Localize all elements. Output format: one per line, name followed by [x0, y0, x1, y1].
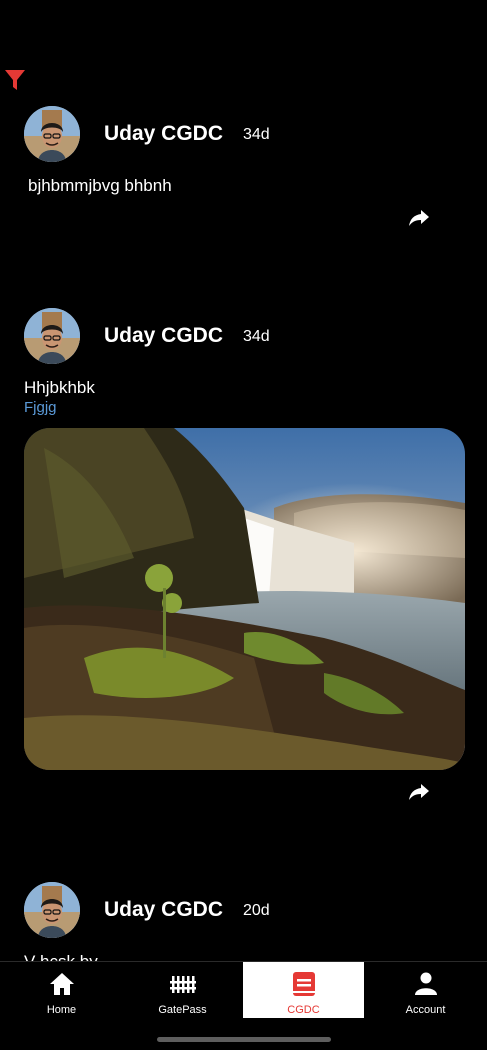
account-icon: [415, 972, 437, 995]
tab-account[interactable]: Account: [365, 962, 486, 1018]
post-age: 20d: [243, 902, 270, 919]
tab-label: GatePass: [158, 1004, 207, 1016]
avatar[interactable]: [24, 882, 80, 938]
post-author[interactable]: Uday CGDC: [104, 122, 223, 146]
avatar[interactable]: [24, 106, 80, 162]
tab-home[interactable]: Home: [1, 962, 122, 1018]
gate-icon: [170, 976, 196, 993]
post-author[interactable]: Uday CGDC: [104, 324, 223, 348]
post-age: 34d: [243, 328, 270, 345]
tab-label: CGDC: [287, 1004, 320, 1016]
post-text: bjhbmmjbvg bhbnh: [28, 176, 172, 195]
tab-label: Home: [46, 1004, 77, 1016]
feed[interactable]: Uday CGDC 34d bjhbmmjbvg bhbnh Uday CGDC…: [0, 0, 487, 961]
avatar[interactable]: [24, 308, 80, 364]
cgdc-icon: [293, 972, 315, 996]
tab-cgdc[interactable]: CGDC: [243, 962, 364, 1018]
post-text: V hcsk by: [24, 952, 98, 961]
post-card: Uday CGDC 34d bjhbmmjbvg bhbnh: [0, 106, 487, 256]
home-indicator: [157, 1037, 331, 1042]
tab-label: Account: [405, 1004, 446, 1016]
share-icon[interactable]: [408, 208, 430, 228]
home-icon: [50, 973, 74, 995]
tab-gatepass[interactable]: GatePass: [122, 962, 243, 1018]
post-image-waterfall[interactable]: [24, 428, 465, 770]
post-age: 34d: [243, 126, 270, 143]
post-card: Uday CGDC 20d V hcsk by: [0, 882, 487, 961]
post-card: Uday CGDC 34d Hhjbkhbk Fjgjg: [0, 308, 487, 808]
post-link[interactable]: Fjgjg: [24, 399, 57, 416]
post-text: Hhjbkhbk: [24, 378, 95, 397]
share-icon[interactable]: [408, 782, 430, 802]
post-author[interactable]: Uday CGDC: [104, 898, 223, 922]
